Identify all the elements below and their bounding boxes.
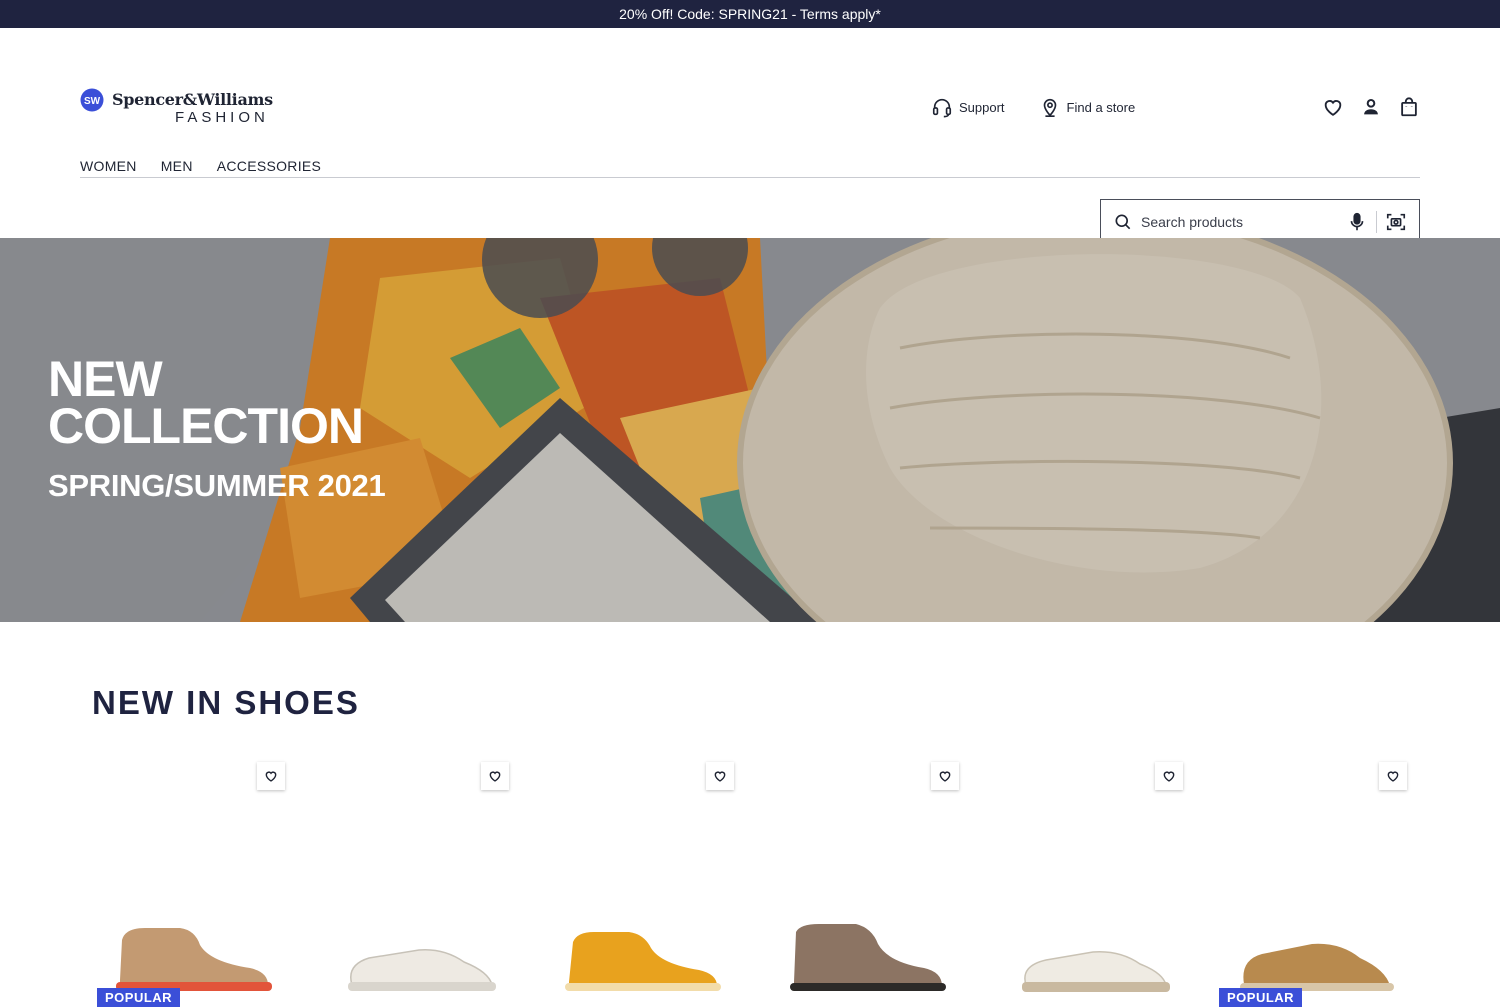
popular-badge: POPULAR — [1219, 988, 1303, 1007]
shopping-bag-icon — [1401, 97, 1417, 117]
wishlist-toggle[interactable] — [1379, 762, 1407, 790]
wishlist-toggle[interactable] — [931, 762, 959, 790]
product-carousel: POPULAR POPULAR — [92, 760, 1412, 1007]
hero-title: NEW COLLECTION — [48, 351, 364, 454]
product-card[interactable]: POPULAR — [1214, 760, 1412, 1007]
brand-name: Spencer&Williams — [112, 90, 273, 109]
user-icon — [1364, 99, 1378, 115]
shoe-upper — [569, 932, 717, 986]
product-image — [116, 928, 272, 991]
support-label: Support — [959, 99, 1005, 115]
hero-subtitle: SPRING/SUMMER 2021 — [48, 468, 386, 503]
product-card[interactable] — [990, 760, 1188, 1000]
search-tools-divider — [1376, 211, 1377, 233]
shoe-upper — [1243, 943, 1390, 986]
nav-item-men[interactable]: MEN — [161, 158, 193, 176]
popular-badge: POPULAR — [97, 988, 181, 1007]
heart-icon — [939, 771, 951, 782]
site-header: SW Spencer&Williams FASHION Support Find… — [0, 28, 1500, 245]
support-link[interactable]: Support — [931, 94, 1005, 120]
main-nav: WOMEN MEN ACCESSORIES — [80, 158, 1420, 178]
hero-banner[interactable]: NEW COLLECTION SPRING/SUMMER 2021 — [0, 238, 1500, 622]
product-image — [790, 924, 946, 991]
heart-icon — [1163, 771, 1175, 782]
nav-item-women[interactable]: WOMEN — [80, 158, 137, 176]
heart-icon — [489, 771, 501, 782]
camera-search-icon[interactable] — [1385, 211, 1407, 233]
header-actions — [1322, 94, 1420, 120]
shoe-upper — [1024, 951, 1167, 986]
shoe-sole — [565, 983, 721, 991]
find-store-label: Find a store — [1066, 99, 1136, 115]
brand-logo[interactable]: SW Spencer&Williams FASHION — [80, 88, 280, 128]
search-tools — [1346, 211, 1407, 233]
search-icon — [1115, 214, 1131, 230]
product-card[interactable]: POPULAR — [92, 760, 290, 1007]
product-card[interactable] — [766, 760, 964, 1000]
wishlist-button[interactable] — [1322, 94, 1344, 120]
shoe-sole — [348, 982, 496, 991]
wishlist-toggle[interactable] — [257, 762, 285, 790]
shoe-upper — [350, 949, 493, 986]
shoe-upper — [120, 928, 268, 985]
hero-text: NEW COLLECTION SPRING/SUMMER 2021 — [48, 351, 408, 504]
heart-icon — [265, 771, 277, 782]
cart-button[interactable] — [1398, 94, 1420, 120]
find-store-link[interactable]: Find a store — [1039, 94, 1136, 120]
product-card[interactable] — [316, 760, 514, 1000]
product-image — [1022, 951, 1170, 992]
promo-bar: 20% Off! Code: SPRING21 - Terms apply* — [0, 0, 1500, 28]
wishlist-toggle[interactable] — [481, 762, 509, 790]
heart-icon — [714, 771, 726, 782]
shoe-upper — [794, 924, 942, 986]
nav-item-accessories[interactable]: ACCESSORIES — [217, 158, 321, 176]
section-title: NEW IN SHOES — [92, 684, 360, 721]
product-image — [565, 932, 721, 991]
product-image — [1240, 943, 1394, 991]
promo-text: 20% Off! Code: SPRING21 - Terms apply* — [619, 6, 881, 22]
wishlist-toggle[interactable] — [706, 762, 734, 790]
heart-icon — [1387, 771, 1399, 782]
product-card[interactable] — [541, 760, 739, 1000]
headset-icon — [932, 98, 952, 118]
search-input[interactable] — [1141, 214, 1341, 230]
microphone-icon[interactable] — [1346, 211, 1368, 233]
brand-logo-icon: SW — [80, 88, 104, 112]
utility-links: Support Find a store — [931, 94, 1135, 120]
product-image — [348, 949, 496, 991]
brand-mark-text: SW — [84, 96, 101, 107]
account-button[interactable] — [1360, 94, 1382, 120]
shoe-sole — [790, 983, 946, 991]
brand-subtitle: FASHION — [175, 109, 269, 126]
map-pin-icon — [1043, 98, 1056, 117]
heart-icon — [1324, 100, 1342, 116]
wishlist-toggle[interactable] — [1155, 762, 1183, 790]
shoe-sole — [1022, 982, 1170, 992]
